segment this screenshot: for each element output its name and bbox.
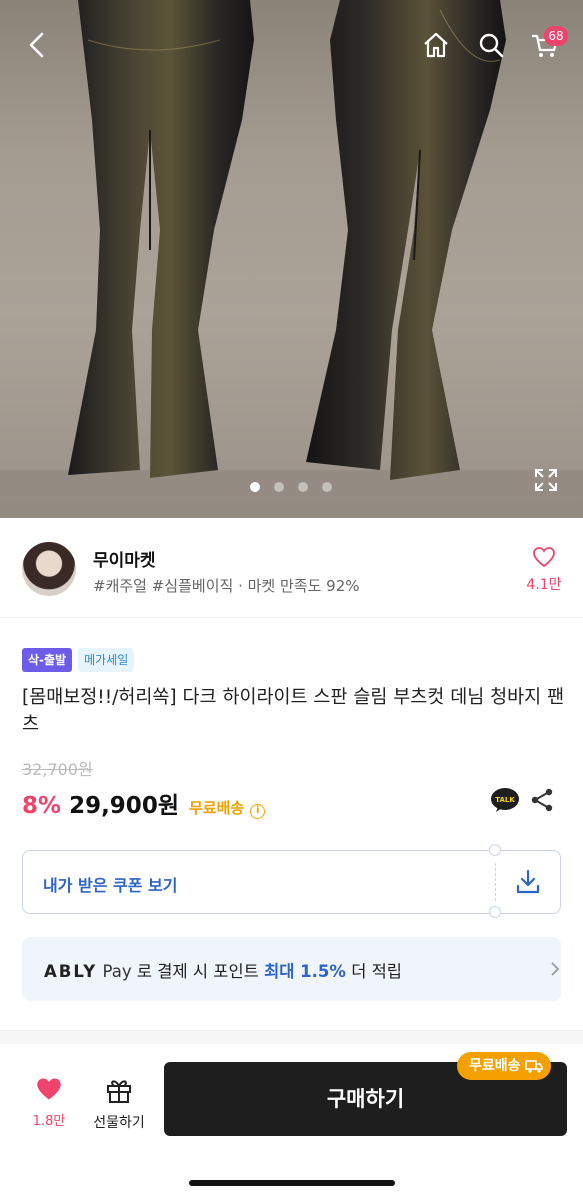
product-badges: 삭-출발 메가세일 [22,648,135,672]
kakaotalk-icon: TALK [491,788,519,812]
gift-icon [107,1080,131,1103]
mega-sale-badge: 메가세일 [78,648,135,672]
home-icon [424,32,448,58]
product-like-button[interactable]: 1.8만 [26,1076,72,1129]
gallery-pagination [250,482,332,492]
kakaotalk-share-button[interactable]: TALK [490,787,520,813]
download-icon [516,869,540,894]
ably-pay-text-before: 로 결제 시 포인트 [131,962,265,981]
fast-shipping-badge: 삭-출발 [22,648,73,672]
ably-pay-brand: ABLY [44,962,98,981]
share-button[interactable] [529,787,555,813]
shop-avatar[interactable] [22,542,76,596]
shop-info-row[interactable]: 무이마켓 #캐주얼 #심플베이직 · 마켓 만족도 92% 4.1만 [0,518,583,618]
info-icon[interactable]: i [250,804,266,819]
chevron-right-icon [551,962,560,976]
ably-pay-highlight: 최대 1.5% [264,962,346,981]
pagination-dot[interactable] [298,482,308,492]
coupon-label: 내가 받은 쿠폰 보기 [43,876,178,895]
coupon-download-button[interactable] [513,867,543,897]
section-divider [0,1030,583,1044]
back-icon [29,32,44,58]
free-shipping-chip: 무료배송 [457,1052,551,1080]
pagination-dot[interactable] [274,482,284,492]
search-button[interactable] [472,26,510,64]
shop-like-button[interactable]: 4.1만 [522,546,566,594]
coupon-notch-top [489,844,501,856]
home-indicator [189,1180,395,1186]
gift-button[interactable]: 선물하기 [88,1076,150,1132]
share-icon [531,788,553,812]
gift-label: 선물하기 [93,1115,145,1131]
ably-pay-banner[interactable]: ABLY Pay 로 결제 시 포인트 최대 1.5% 더 적립 [22,937,561,1001]
back-button[interactable] [18,26,56,64]
ably-pay-text-after: 더 적립 [345,962,402,981]
pagination-dot[interactable] [322,482,332,492]
svg-text:TALK: TALK [495,796,515,804]
shop-like-count: 4.1만 [526,577,562,593]
product-title: [몸매보정!!/허리쏙] 다크 하이라이트 스판 슬림 부츠컷 데님 청바지 팬… [22,687,565,735]
original-price: 32,700원 [22,760,93,779]
pagination-dot[interactable] [250,482,260,492]
free-shipping-label[interactable]: 무료배송 [189,797,244,818]
expand-image-button[interactable] [532,466,560,494]
shop-name[interactable]: 무이마켓 [93,546,156,571]
product-image-gallery[interactable]: 68 [0,0,583,518]
cart-count-badge: 68 [544,26,568,46]
ably-pay-text: ABLY Pay 로 결제 시 포인트 최대 1.5% 더 적립 [44,958,402,982]
expand-icon [535,469,557,491]
heart-icon [37,1078,61,1100]
search-icon [479,33,504,58]
ably-pay-brand-pay: Pay [102,962,132,981]
coupon-notch-bottom [489,906,501,918]
coupon-divider [495,863,496,901]
price-row: 8% 29,900원 무료배송 i [22,786,266,820]
coupon-button[interactable]: 내가 받은 쿠폰 보기 [22,844,561,918]
home-button[interactable] [417,26,455,64]
shop-tags: #캐주얼 #심플베이직 · 마켓 만족도 92% [93,577,360,595]
truck-icon [524,1060,543,1073]
product-like-count: 1.8만 [32,1114,66,1129]
discount-rate: 8% [22,793,62,819]
free-shipping-chip-label: 무료배송 [469,1058,521,1074]
sale-price: 29,900원 [69,793,179,819]
product-photo-jeans [0,0,583,518]
heart-icon [533,547,555,568]
